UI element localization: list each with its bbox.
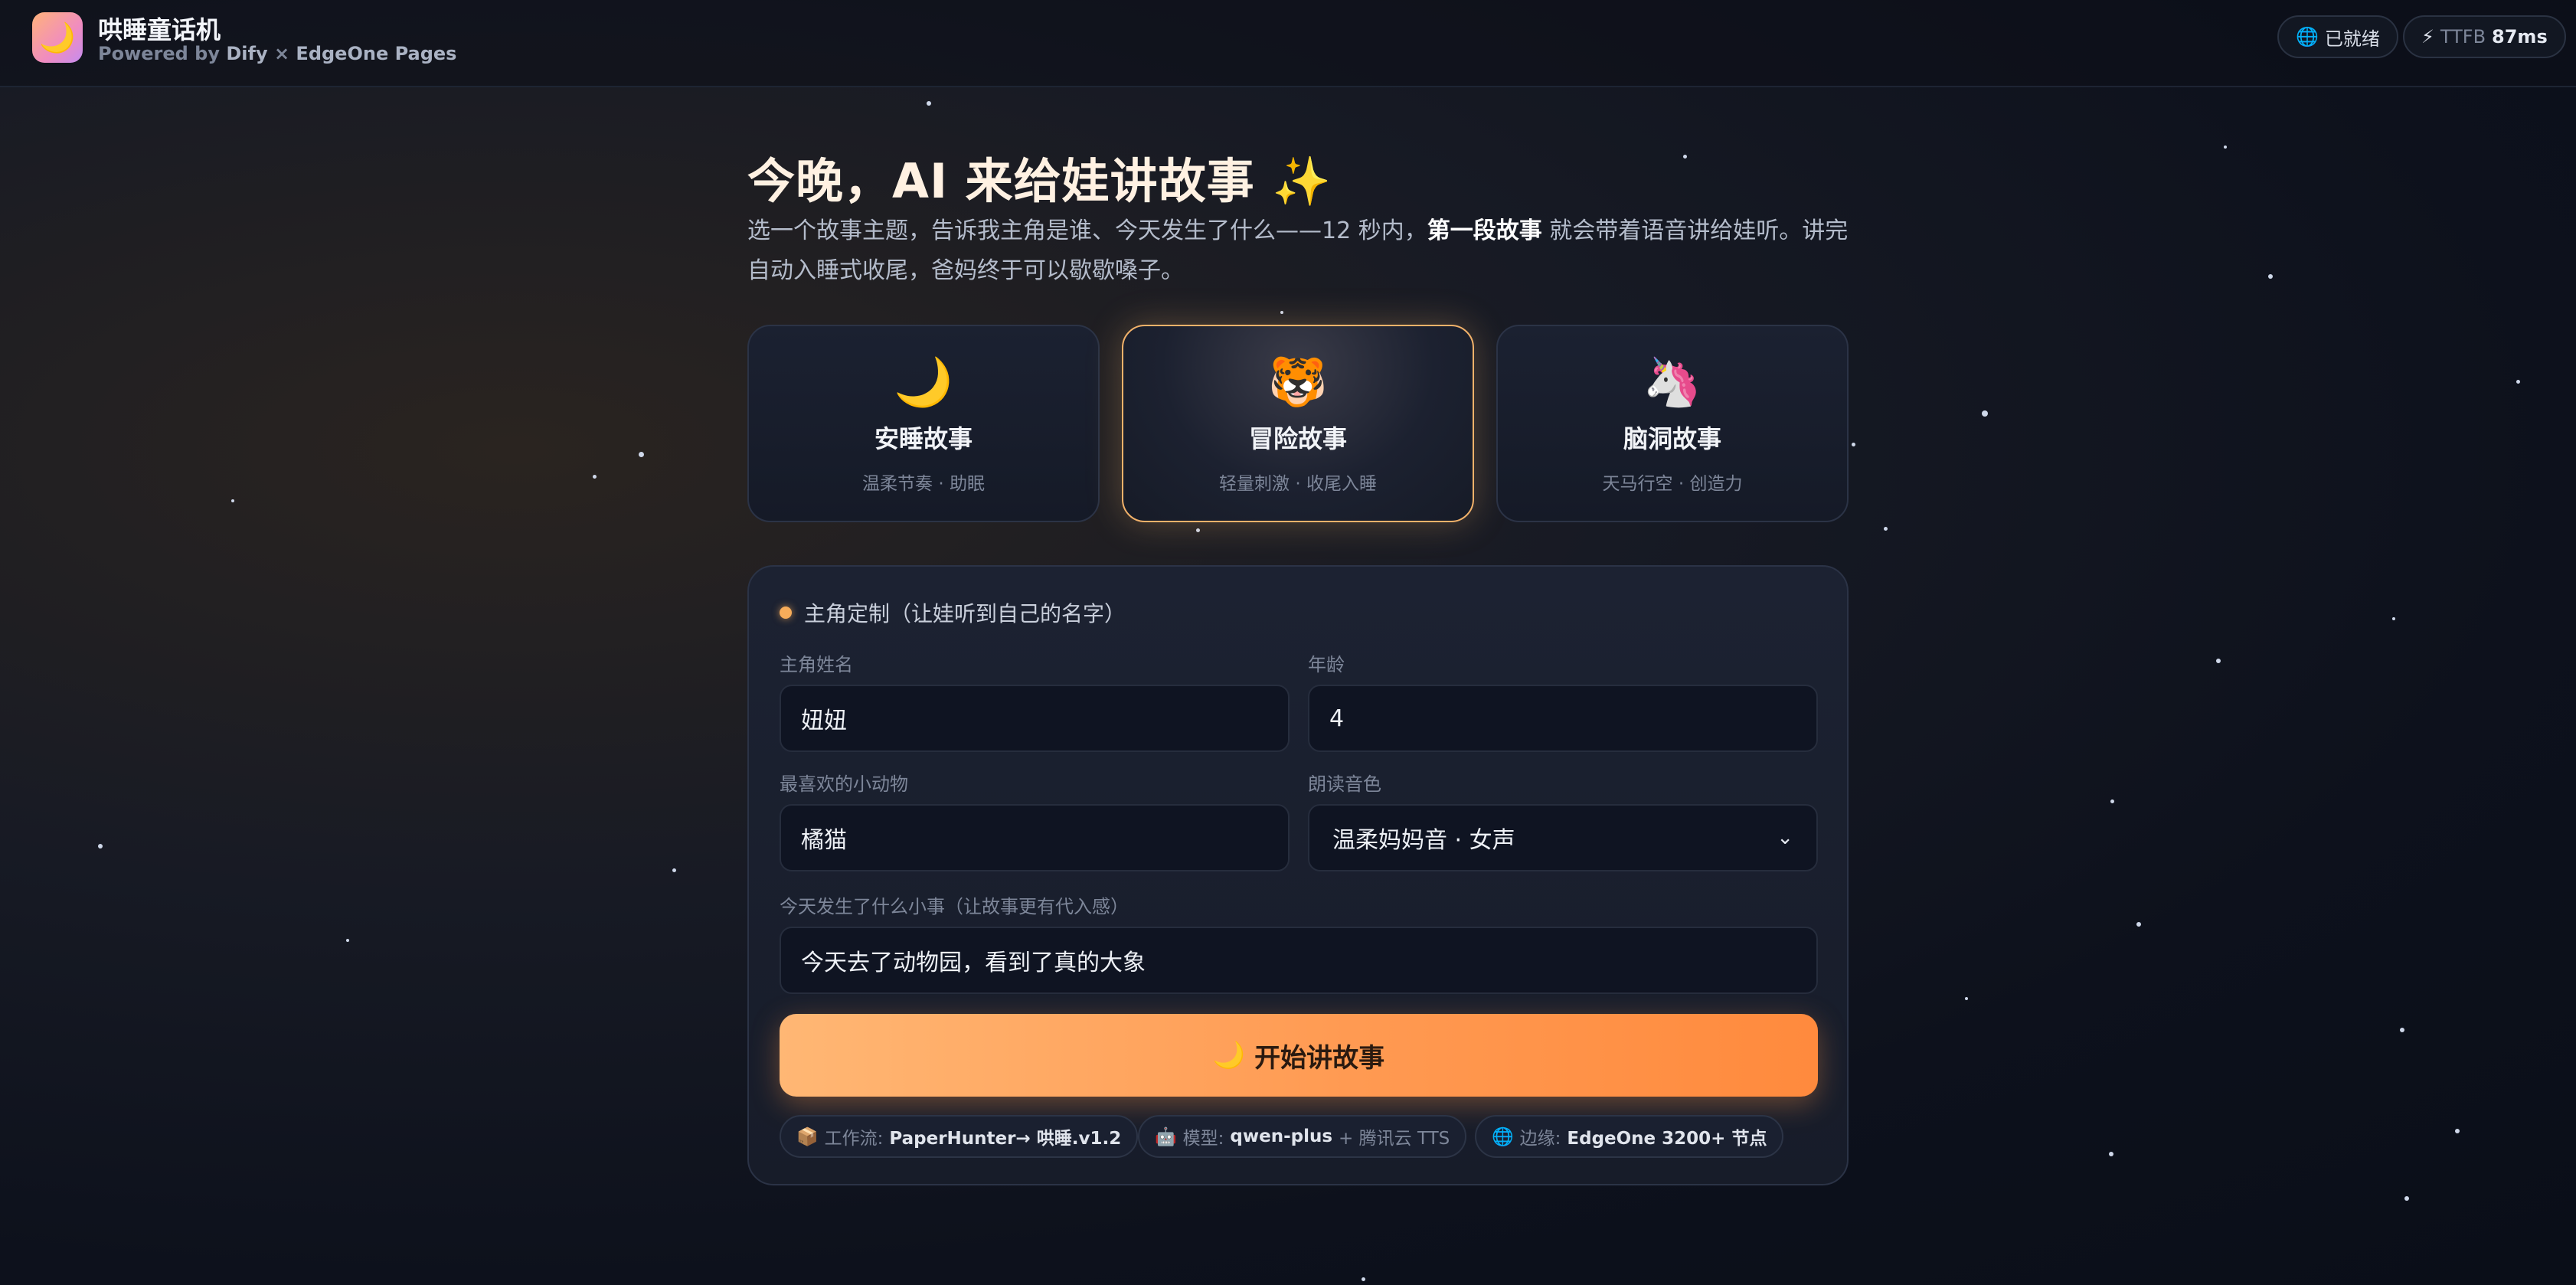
theme-title: 安睡故事: [874, 424, 973, 453]
model-chip: 🤖 模型: qwen-plus + 腾讯云 TTS: [1138, 1115, 1467, 1158]
tiger-icon: 🐯: [1268, 354, 1328, 410]
robot-icon: 🤖: [1155, 1126, 1177, 1147]
app-title: 哄睡童话机: [98, 15, 221, 44]
event-label: 今天发生了什么小事（让故事更有代入感）: [780, 896, 1129, 917]
moon-icon: 🌙: [1212, 1040, 1246, 1071]
age-label: 年龄: [1308, 654, 1345, 675]
powered-by: Powered by Dify × EdgeOne Pages: [98, 43, 457, 64]
globe-icon: 🌐: [2296, 26, 2319, 47]
page-title: 今晚，AI 来给娃讲故事 ✨: [747, 153, 1332, 209]
package-icon: 📦: [796, 1126, 819, 1147]
voice-select-box[interactable]: 温柔妈妈音 · 女声 ⌄: [1308, 804, 1818, 871]
globe-icon: 🌐: [1492, 1126, 1514, 1147]
status-dot-icon: [780, 607, 792, 619]
character-form-panel: 主角定制（让娃听到自己的名字） 主角姓名 年龄 最喜欢的小动物 朗读音色 温柔妈…: [747, 565, 1849, 1185]
voice-selected-value: 温柔妈妈音 · 女声: [1332, 827, 1515, 854]
name-label: 主角姓名: [780, 654, 853, 675]
app-logo[interactable]: 🌙: [32, 12, 83, 63]
theme-subtitle: 温柔节奏 · 助眠: [862, 474, 985, 494]
top-bar: 🌙 哄睡童话机 Powered by Dify × EdgeOne Pages …: [0, 0, 2576, 87]
status-badge: 🌐 已就绪: [2277, 15, 2398, 58]
name-input[interactable]: [780, 685, 1290, 752]
theme-subtitle: 天马行空 · 创造力: [1602, 474, 1743, 494]
animal-label: 最喜欢的小动物: [780, 773, 908, 795]
voice-select[interactable]: 温柔妈妈音 · 女声 ⌄: [1308, 804, 1818, 871]
theme-card-sleep[interactable]: 🌙 安睡故事 温柔节奏 · 助眠: [747, 325, 1100, 522]
workflow-chip: 📦 工作流: PaperHunter→ 哄睡.v1.2: [780, 1115, 1139, 1158]
chevron-down-icon: ⌄: [1777, 826, 1793, 849]
edge-chip: 🌐 边缘: EdgeOne 3200+ 节点: [1475, 1115, 1784, 1158]
theme-title: 冒险故事: [1248, 424, 1347, 453]
ttfb-badge: ⚡ TTFB 87ms: [2403, 15, 2566, 58]
page-description: 选一个故事主题，告诉我主角是谁、今天发生了什么——12 秒内，第一段故事 就会带…: [747, 217, 1849, 284]
theme-card-adventure[interactable]: 🐯 冒险故事 轻量刺激 · 收尾入睡: [1122, 325, 1474, 522]
theme-title: 脑洞故事: [1623, 424, 1721, 453]
form-heading: 主角定制（让娃听到自己的名字）: [780, 597, 1126, 628]
moon-icon: 🌙: [39, 20, 76, 54]
start-story-button[interactable]: 🌙 开始讲故事: [780, 1014, 1818, 1097]
unicorn-icon: 🦄: [1643, 354, 1702, 410]
moon-icon: 🌙: [894, 354, 953, 410]
age-input[interactable]: [1308, 685, 1818, 752]
voice-label: 朗读音色: [1308, 773, 1381, 795]
lightning-icon: ⚡: [2421, 26, 2434, 47]
animal-input[interactable]: [780, 804, 1290, 871]
theme-card-imagination[interactable]: 🦄 脑洞故事 天马行空 · 创造力: [1496, 325, 1849, 522]
event-input[interactable]: [780, 927, 1818, 994]
theme-subtitle: 轻量刺激 · 收尾入睡: [1219, 474, 1377, 494]
